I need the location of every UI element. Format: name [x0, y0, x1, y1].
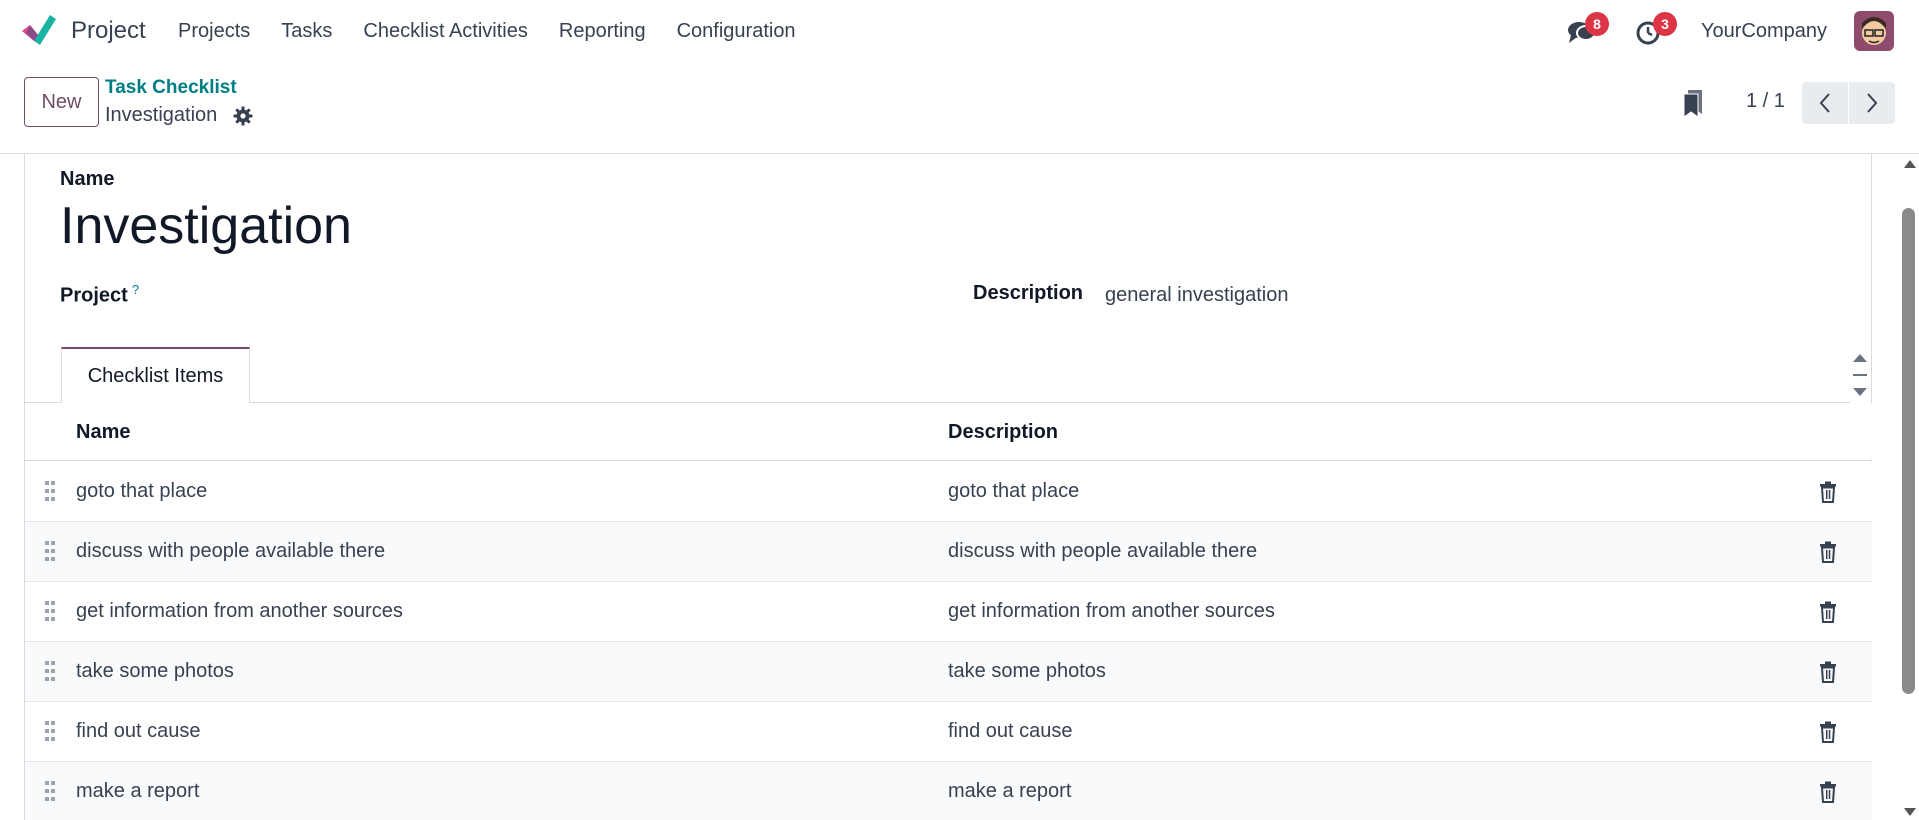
scroll-up-arrow-icon[interactable] — [1904, 160, 1916, 168]
trash-icon[interactable] — [1819, 721, 1837, 743]
bookmark-icon[interactable] — [1682, 88, 1704, 118]
table-row[interactable]: take some photos take some photos — [25, 642, 1872, 702]
cell-name[interactable]: discuss with people available there — [76, 540, 385, 563]
tab-checklist-items[interactable]: Checklist Items — [61, 347, 250, 403]
pager-previous-button[interactable] — [1802, 82, 1848, 124]
menu-item-reporting[interactable]: Reporting — [559, 20, 646, 43]
project-field[interactable] — [290, 276, 940, 310]
table-row[interactable]: make a report make a report — [25, 762, 1872, 820]
description-label: Description — [973, 282, 1084, 304]
drag-handle-icon[interactable] — [44, 540, 56, 562]
drag-handle-icon[interactable] — [44, 720, 56, 742]
breadcrumb-parent[interactable]: Task Checklist — [105, 77, 237, 99]
table-row[interactable]: find out cause find out cause — [25, 702, 1872, 762]
menu-item-checklist-activities[interactable]: Checklist Activities — [363, 20, 528, 43]
row-resize-handle-icon[interactable] — [1851, 352, 1869, 400]
project-label: Project? — [60, 282, 139, 308]
gear-icon[interactable] — [233, 106, 253, 126]
cell-description[interactable]: goto that place — [948, 480, 1079, 503]
avatar-icon — [1854, 11, 1894, 51]
cell-name[interactable]: find out cause — [76, 720, 201, 743]
new-button[interactable]: New — [24, 77, 99, 127]
app-logo-icon[interactable] — [20, 13, 58, 47]
trash-icon[interactable] — [1819, 601, 1837, 623]
trash-icon[interactable] — [1819, 781, 1837, 803]
drag-handle-icon[interactable] — [44, 480, 56, 502]
pager-next-button[interactable] — [1849, 82, 1895, 124]
pager-value[interactable]: 1 / 1 — [1746, 90, 1785, 113]
activities-badge: 3 — [1653, 12, 1677, 36]
drag-handle-icon[interactable] — [44, 600, 56, 622]
menu-item-tasks[interactable]: Tasks — [281, 20, 332, 43]
description-field[interactable]: general investigation — [1105, 284, 1288, 307]
company-switcher[interactable]: YourCompany — [1701, 20, 1827, 43]
menu-item-projects[interactable]: Projects — [178, 20, 250, 43]
cell-name[interactable]: get information from another sources — [76, 600, 403, 623]
cell-description[interactable]: take some photos — [948, 660, 1106, 683]
name-label: Name — [60, 168, 115, 190]
chevron-left-icon — [1819, 93, 1830, 113]
page-scrollbar[interactable] — [1898, 154, 1919, 820]
top-navbar: Project Projects Tasks Checklist Activit… — [0, 0, 1919, 62]
drag-handle-icon[interactable] — [44, 780, 56, 802]
table-row[interactable]: goto that place goto that place — [25, 462, 1872, 522]
table-row[interactable]: discuss with people available there disc… — [25, 522, 1872, 582]
cell-description[interactable]: find out cause — [948, 720, 1073, 743]
column-header-description[interactable]: Description — [948, 421, 1058, 444]
control-panel: New Task Checklist Investigation 1 / 1 — [0, 62, 1919, 154]
project-label-text: Project — [60, 284, 128, 307]
messages-button[interactable]: 8 — [1567, 12, 1609, 46]
main-menu: Projects Tasks Checklist Activities Repo… — [178, 20, 827, 43]
user-avatar[interactable] — [1854, 11, 1894, 51]
column-header-name[interactable]: Name — [76, 421, 130, 444]
activities-button[interactable]: 3 — [1635, 12, 1677, 46]
scrollbar-thumb[interactable] — [1902, 208, 1915, 694]
messages-badge: 8 — [1585, 12, 1609, 36]
cell-name[interactable]: make a report — [76, 780, 199, 803]
app-name[interactable]: Project — [71, 17, 146, 45]
chevron-right-icon — [1867, 93, 1878, 113]
trash-icon[interactable] — [1819, 481, 1837, 503]
cell-description[interactable]: make a report — [948, 780, 1071, 803]
trash-icon[interactable] — [1819, 541, 1837, 563]
menu-item-configuration[interactable]: Configuration — [677, 20, 796, 43]
list-header: Name Description — [25, 403, 1872, 461]
drag-handle-icon[interactable] — [44, 660, 56, 682]
cell-name[interactable]: goto that place — [76, 480, 207, 503]
cell-name[interactable]: take some photos — [76, 660, 234, 683]
breadcrumb-current: Investigation — [105, 104, 218, 126]
trash-icon[interactable] — [1819, 661, 1837, 683]
cell-description[interactable]: discuss with people available there — [948, 540, 1257, 563]
table-row[interactable]: get information from another sources get… — [25, 582, 1872, 642]
cell-description[interactable]: get information from another sources — [948, 600, 1275, 623]
scroll-down-arrow-icon[interactable] — [1904, 808, 1916, 816]
record-name-field[interactable]: Investigation — [60, 196, 352, 256]
project-help-tooltip[interactable]: ? — [132, 282, 139, 297]
